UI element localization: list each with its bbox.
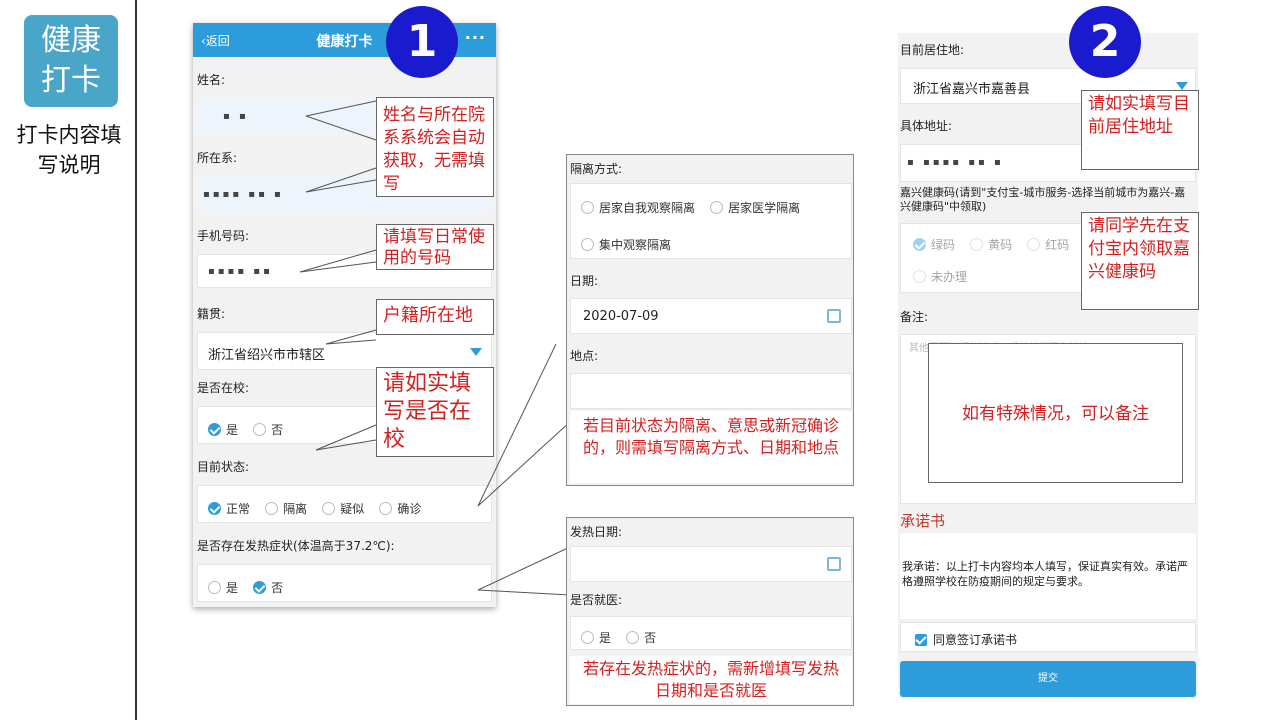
healthcode-red[interactable]: 红码 — [1045, 238, 1069, 252]
radio-unchecked-icon[interactable] — [581, 201, 594, 214]
medical-yes[interactable]: 是 — [599, 631, 611, 645]
radio-unchecked-icon[interactable] — [581, 238, 594, 251]
submit-button[interactable]: 提交 — [900, 661, 1196, 697]
isolation-date-label: 日期: — [570, 274, 599, 288]
calendar-icon[interactable] — [827, 309, 841, 323]
fever-date-input[interactable] — [570, 546, 852, 582]
radio-unchecked-icon[interactable] — [626, 631, 640, 644]
note-isolation: 若目前状态为隔离、意思或新冠确诊的，则需填写隔离方式、日期和地点 — [570, 411, 852, 483]
address-value: ▪ ▪▪▪▪ ▪▪ ▪ — [907, 157, 1004, 168]
isolation-home-self[interactable]: 居家自我观察隔离 — [599, 201, 695, 215]
isolation-date-input[interactable]: 2020-07-09 — [570, 298, 852, 334]
isolation-place-label: 地点: — [570, 349, 599, 363]
dropdown-arrow-icon — [1176, 82, 1188, 90]
remark-label: 备注: — [900, 310, 929, 324]
radio-unchecked-icon[interactable] — [1027, 238, 1041, 251]
healthcode-yellow[interactable]: 黄码 — [988, 238, 1012, 252]
radio-checked-icon[interactable] — [913, 238, 926, 251]
isolation-method-group: 居家自我观察隔离 居家医学隔离 集中观察隔离 — [570, 183, 852, 259]
radio-unchecked-icon[interactable] — [970, 238, 984, 251]
residence-label: 目前居住地: — [900, 43, 965, 57]
checkbox-checked-icon[interactable] — [915, 634, 927, 646]
isolation-home-medical[interactable]: 居家医学隔离 — [728, 201, 800, 215]
isolation-method-label: 隔离方式: — [570, 162, 623, 176]
healthcode-label: 嘉兴健康码(请到"支付宝-城市服务-选择当前城市为嘉兴-嘉兴健康码"中领取) — [900, 186, 1186, 213]
residence-value: 浙江省嘉兴市嘉善县 — [913, 82, 1031, 97]
note-campus: 请如实填写是否在校 — [376, 367, 494, 457]
note-remark: 如有特殊情况，可以备注 — [928, 343, 1183, 483]
isolation-date-value: 2020-07-09 — [583, 309, 659, 324]
radio-unchecked-icon[interactable] — [710, 201, 724, 214]
pledge-text: 我承诺：以上打卡内容均本人填写，保证真实有效。承诺严格遵照学校在防疫期间的规定与… — [902, 560, 1188, 588]
pledge-card: 我承诺：以上打卡内容均本人填写，保证真实有效。承诺严格遵照学校在防疫期间的规定与… — [900, 533, 1196, 619]
note-healthcode: 请同学先在支付宝内领取嘉兴健康码 — [1081, 212, 1199, 310]
radio-unchecked-icon[interactable] — [913, 270, 926, 283]
healthcode-none[interactable]: 未办理 — [931, 270, 967, 284]
isolation-panel: 隔离方式: 居家自我观察隔离 居家医学隔离 集中观察隔离 日期: 2020-07… — [566, 154, 854, 486]
medical-no[interactable]: 否 — [644, 631, 656, 645]
isolation-centralized[interactable]: 集中观察隔离 — [599, 238, 671, 252]
step-badge-2: 2 — [1069, 6, 1141, 78]
note-auto-fill: 姓名与所在院系系统会自动获取，无需填写 — [376, 97, 494, 197]
agree-label: 同意签订承诺书 — [933, 633, 1018, 647]
address-label: 具体地址: — [900, 119, 953, 133]
fever-date-label: 发热日期: — [570, 525, 623, 539]
medical-radio-group: 是 否 — [570, 616, 852, 650]
medical-label: 是否就医: — [570, 593, 623, 607]
note-residence: 请如实填写目前居住地址 — [1081, 90, 1199, 170]
isolation-place-input[interactable] — [570, 373, 852, 409]
radio-unchecked-icon[interactable] — [581, 631, 594, 644]
calendar-icon[interactable] — [827, 557, 841, 571]
pledge-title: 承诺书 — [900, 512, 946, 530]
healthcode-green[interactable]: 绿码 — [931, 238, 955, 252]
agree-checkbox-row[interactable]: 同意签订承诺书 — [900, 622, 1196, 652]
note-origin: 户籍所在地 — [376, 299, 494, 335]
note-phone: 请填写日常使用的号码 — [376, 224, 494, 270]
fever-panel: 发热日期: 是否就医: 是 否 若存在发热症状的，需新增填写发热日期和是否就医 — [566, 517, 854, 706]
note-fever: 若存在发热症状的，需新增填写发热日期和是否就医 — [570, 656, 852, 704]
